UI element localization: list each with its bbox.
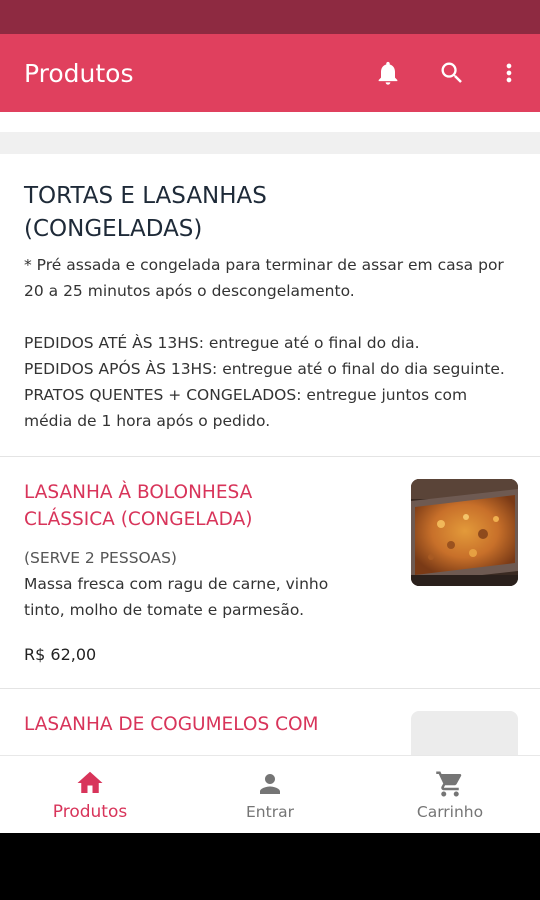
notifications-button[interactable]: [356, 34, 420, 112]
product-list[interactable]: TORTAS E LASANHAS (CONGELADAS) * Pré ass…: [0, 112, 540, 755]
system-navigation-bar: [0, 833, 540, 900]
search-button[interactable]: [420, 34, 484, 112]
search-icon: [441, 62, 462, 83]
category-description: * Pré assada e congelada para terminar d…: [24, 256, 505, 430]
more-options-button[interactable]: [484, 34, 534, 112]
category-header: TORTAS E LASANHAS (CONGELADAS) * Pré ass…: [0, 154, 540, 457]
person-icon: [260, 773, 280, 794]
nav-item-produtos[interactable]: Produtos: [0, 756, 180, 833]
more-vert-icon: [506, 63, 512, 83]
product-image[interactable]: [411, 711, 518, 755]
bell-icon: [378, 61, 398, 85]
nav-label: Carrinho: [416, 802, 484, 821]
product-image[interactable]: [411, 479, 518, 586]
lasagna-photo: [411, 479, 518, 586]
section-divider: [0, 132, 540, 154]
product-name: LASANHA DE COGUMELOS COM: [24, 714, 319, 735]
cart-icon: [436, 771, 462, 796]
product-name: LASANHA À BOLONHESA CLÁSSICA (CONGELADA): [24, 482, 253, 530]
status-bar: [0, 0, 540, 34]
nav-label: Produtos: [52, 801, 128, 822]
page-title: Produtos: [24, 58, 134, 88]
app-bar-actions: [356, 34, 540, 112]
nav-item-entrar[interactable]: Entrar: [180, 756, 360, 833]
product-card[interactable]: LASANHA À BOLONHESA CLÁSSICA (CONGELADA)…: [0, 457, 540, 689]
product-price: R$ 62,00: [24, 645, 97, 664]
nav-label: Entrar: [246, 802, 294, 821]
bottom-navigation: Produtos Entrar Carrinho: [0, 755, 540, 833]
app-bar: Produtos: [0, 34, 540, 112]
product-card[interactable]: LASANHA DE COGUMELOS COM: [0, 689, 540, 755]
nav-item-carrinho[interactable]: Carrinho: [360, 756, 540, 833]
product-description: Massa fresca com ragu de carne, vinho ti…: [24, 575, 329, 619]
top-spacer: [0, 112, 540, 132]
category-title: TORTAS E LASANHAS (CONGELADAS): [24, 183, 267, 242]
home-icon: [77, 771, 103, 793]
